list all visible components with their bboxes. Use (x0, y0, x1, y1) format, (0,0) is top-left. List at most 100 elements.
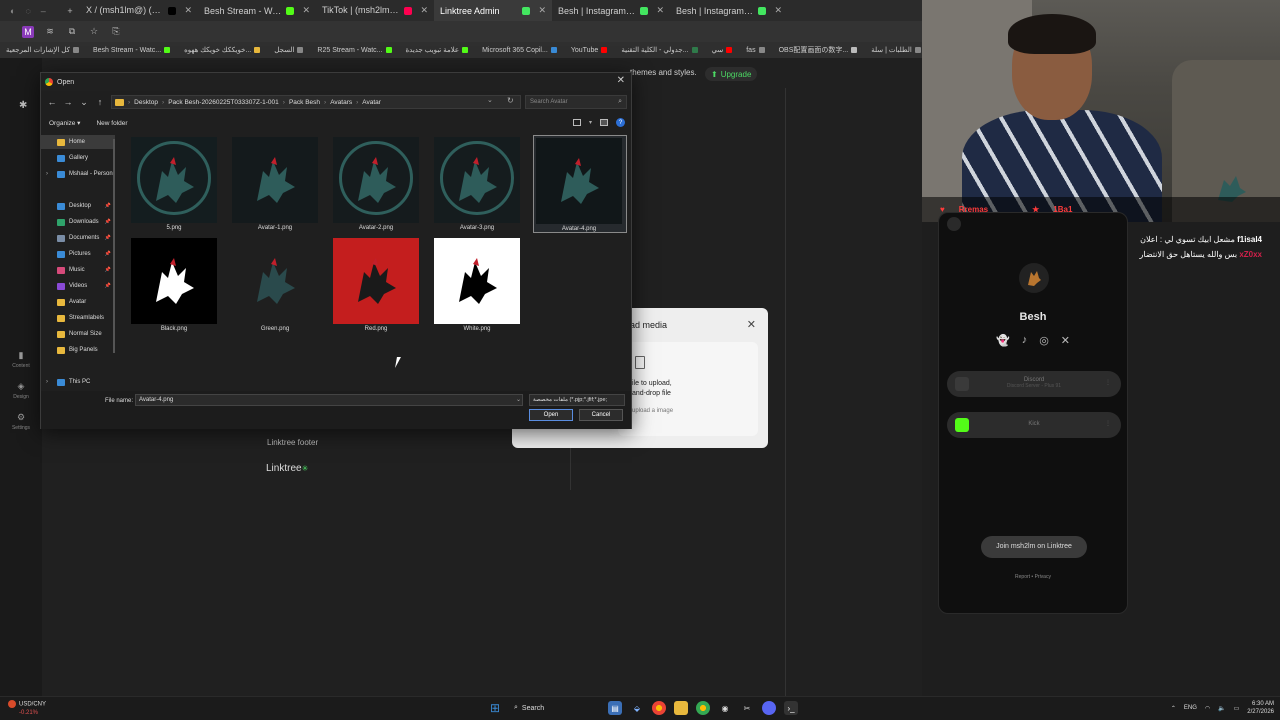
open-button[interactable]: Open (529, 409, 573, 421)
file-type-select[interactable]: ملفات مخصصة (*.pjp;*.jfif;*.jpe; (529, 394, 625, 406)
back-icon[interactable]: ← (45, 97, 59, 107)
more-icon[interactable]: ⋮ (1105, 379, 1111, 386)
file-item[interactable]: Red.png (331, 236, 425, 334)
close-icon[interactable]: ✕ (747, 318, 756, 331)
wifi-icon[interactable]: ◠ (1205, 705, 1210, 712)
sidebar-item[interactable]: Gallery (41, 151, 115, 165)
bookmark-item[interactable]: الطلبات | سلة (871, 46, 921, 54)
sidebar-item[interactable]: Music 📌 (41, 263, 115, 277)
chevron-down-icon[interactable]: ⌄ (487, 96, 493, 104)
new-tab-button[interactable]: + (60, 6, 80, 16)
chevron-down-icon[interactable]: ▾ (589, 119, 592, 126)
chevron-down-icon[interactable]: ⌄ (516, 396, 521, 403)
up-icon[interactable]: ↑ (93, 97, 107, 107)
help-icon[interactable]: ? (616, 118, 625, 127)
bookmark-star-icon[interactable]: ☆ (88, 26, 100, 38)
nav-settings[interactable]: ⚙ Settings (6, 412, 36, 431)
sidebar-item[interactable]: Downloads 📌 (41, 215, 115, 229)
puzzle-icon[interactable]: ⧉ (66, 26, 78, 38)
task-view-icon[interactable]: ▤ (608, 701, 622, 715)
path-segment[interactable]: Pack Besh (289, 99, 320, 106)
bookmark-item[interactable]: fas (746, 47, 765, 54)
preview-pane-icon[interactable] (600, 119, 608, 126)
profile-avatar-icon[interactable]: M (22, 25, 34, 38)
close-icon[interactable]: ✕ (184, 5, 192, 16)
tab-search-icon[interactable]: ◌ (25, 6, 30, 16)
browser-tab[interactable]: Besh Stream - Watch Live on K ✕ (198, 0, 316, 21)
sidebar-item[interactable]: › This PC (41, 375, 115, 389)
file-item[interactable]: Black.png (129, 236, 223, 334)
address-path[interactable]: › Desktop › Pack Besh-20260225T033307Z-1… (111, 95, 521, 109)
bookmark-item[interactable]: السجل (274, 46, 304, 54)
language-indicator[interactable]: ENG (1184, 705, 1197, 711)
legal-links[interactable]: Report • Privacy (939, 574, 1127, 580)
profile-icon[interactable]: ◐ (10, 6, 15, 16)
bookmark-item[interactable]: خويككك خويكك ههوه... (184, 46, 261, 54)
bookmark-item[interactable]: سي (712, 46, 733, 54)
windows-start-icon[interactable]: ⊞ (488, 701, 502, 715)
sidebar-item[interactable]: › Mshaal - Person (41, 167, 115, 181)
close-icon[interactable]: ✕ (774, 5, 782, 16)
browser-tab[interactable]: Besh | Instagram, TikTok | Link ✕ (552, 0, 670, 21)
close-icon[interactable]: ✕ (302, 5, 310, 16)
sidebar-item[interactable]: Normal Size (41, 327, 115, 341)
close-icon[interactable]: ✕ (420, 5, 428, 16)
file-item[interactable]: Avatar-4.png (533, 135, 627, 233)
minimize-icon[interactable]: – (41, 6, 46, 16)
file-item[interactable]: 5.png (129, 135, 223, 233)
tiktok-icon[interactable]: ♪ (1022, 334, 1028, 347)
discord-icon[interactable] (762, 701, 776, 715)
sidebar-item[interactable]: Home (41, 135, 115, 149)
chevron-right-icon[interactable]: › (46, 171, 48, 177)
share-icon[interactable]: ⎘ (110, 26, 122, 38)
nav-design[interactable]: ◈ Design (6, 381, 36, 400)
sidebar-item[interactable]: Big Panels (41, 343, 115, 357)
join-linktree-button[interactable]: Join msh2lm on Linktree (981, 536, 1087, 558)
chrome-profile-icon[interactable] (696, 701, 710, 715)
bookmark-item[interactable]: Microsoft 365 Copil... (482, 47, 557, 54)
organize-button[interactable]: Organize ▾ (49, 119, 80, 127)
browser-tab[interactable]: Besh | Instagram, TikTok | Link ✕ (670, 0, 788, 21)
sidebar-item[interactable]: Pictures 📌 (41, 247, 115, 261)
extension-icon[interactable]: ≋ (44, 26, 56, 38)
chrome-icon[interactable] (652, 701, 666, 715)
path-segment[interactable]: Desktop (134, 99, 158, 106)
sidebar-item[interactable]: Desktop 📌 (41, 199, 115, 213)
file-explorer-icon[interactable] (674, 701, 688, 715)
browser-tab[interactable]: X / (msh1lm@) مشعل (2) ✕ (80, 0, 198, 21)
taskbar-search[interactable]: ⌕ Search (510, 701, 600, 715)
bookmark-item[interactable]: كل الإشارات المرجعية (6, 46, 79, 54)
forward-icon[interactable]: → (61, 97, 75, 107)
file-item[interactable]: Avatar-1.png (230, 135, 324, 233)
nav-content[interactable]: ▮ Content (6, 350, 36, 369)
stock-ticker-widget[interactable]: USD/CNY -0.21% (8, 700, 46, 717)
close-icon[interactable]: ✕ (538, 5, 546, 16)
snapchat-icon[interactable]: 👻 (996, 334, 1010, 347)
bookmark-item[interactable]: علامة تبويب جديدة (406, 46, 469, 54)
file-name-input[interactable]: Avatar-4.png (135, 394, 523, 406)
file-item[interactable]: White.png (432, 236, 526, 334)
cancel-button[interactable]: Cancel (579, 409, 623, 421)
x-icon[interactable]: ✕ (1061, 334, 1070, 347)
sidebar-item[interactable]: Documents 📌 (41, 231, 115, 245)
file-item[interactable]: Green.png (230, 236, 324, 334)
path-segment[interactable]: Avatars (330, 99, 352, 106)
tray-overflow-icon[interactable]: ⌃ (1171, 705, 1176, 712)
new-folder-button[interactable]: New folder (96, 120, 127, 127)
obs-icon[interactable]: ◉ (718, 701, 732, 715)
copilot-icon[interactable]: ⬙ (630, 701, 644, 715)
sidebar-item[interactable]: Videos 📌 (41, 279, 115, 293)
instagram-icon[interactable]: ◎ (1039, 334, 1049, 347)
view-options-icon[interactable] (572, 119, 581, 126)
volume-icon[interactable]: 🔈 (1218, 705, 1225, 712)
browser-tab[interactable]: Linktree Admin ✕ (434, 0, 552, 21)
path-segment[interactable]: Avatar (362, 99, 381, 106)
link-button-discord[interactable]: Discord Discord Server - Plus 91 ⋮ (947, 371, 1121, 397)
battery-icon[interactable]: ▭ (1234, 705, 1240, 712)
clock[interactable]: 6:30 AM 2/27/2026 (1247, 700, 1274, 716)
bookmark-item[interactable]: جدولي - الكلية التقنية... (621, 46, 698, 54)
share-icon[interactable] (947, 217, 961, 231)
refresh-icon[interactable]: ↻ (507, 96, 514, 105)
bookmark-item[interactable]: Besh Stream - Watc... (93, 47, 171, 54)
bookmark-item[interactable]: R25 Stream - Watc... (317, 47, 392, 54)
